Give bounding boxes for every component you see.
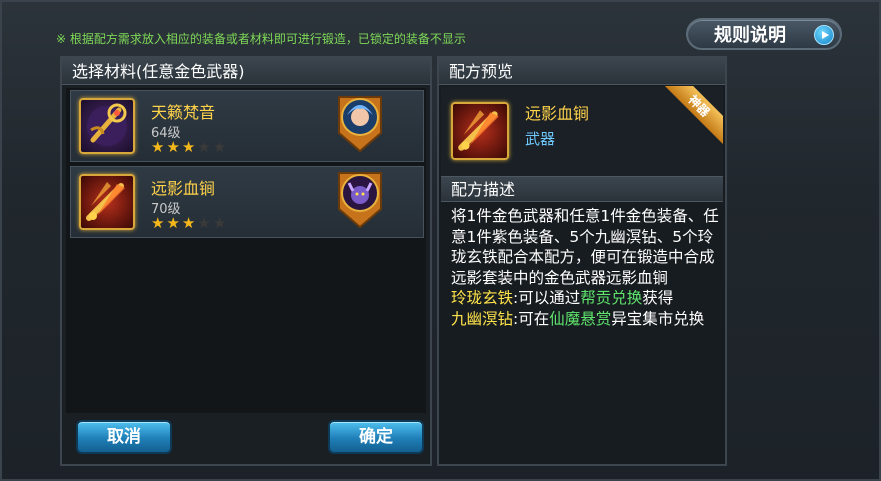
red-flame-mace-icon	[79, 174, 135, 230]
material-source-line: 玲珑玄铁:可以通过帮贡兑换获得	[451, 288, 719, 309]
source-text: :可以通过	[513, 289, 581, 307]
preview-item-name: 远影血锏	[525, 104, 590, 123]
material-item[interactable]: 远影血锏 70级 ★ ★ ★ ★ ★	[70, 166, 424, 238]
preview-item: 远影血锏 武器 神器	[441, 86, 723, 176]
cancel-button[interactable]: 取消	[76, 420, 172, 454]
star-empty-icon: ★	[197, 214, 211, 232]
item-name: 远影血锏	[151, 179, 216, 198]
star-icon: ★	[151, 214, 165, 232]
description-title: 配方描述	[441, 176, 723, 202]
star-icon: ★	[166, 138, 180, 156]
star-icon: ★	[181, 214, 196, 232]
star-rating: ★ ★ ★ ★ ★	[151, 215, 226, 231]
source-link[interactable]: 帮贡兑换	[580, 289, 642, 307]
arrow-right-icon	[814, 25, 834, 45]
star-icon: ★	[181, 138, 196, 156]
confirm-button[interactable]: 确定	[328, 420, 424, 454]
rules-button[interactable]: 规则说明	[686, 18, 842, 50]
preview-item-type: 武器	[525, 130, 556, 148]
source-link[interactable]: 仙魔悬赏	[549, 310, 611, 328]
source-tail: 获得	[642, 289, 674, 307]
star-icon: ★	[151, 138, 165, 156]
recipe-description: 将1件金色武器和任意1件金色装备、任意1件紫色装备、5个九幽溟钻、5个玲珑玄铁配…	[451, 206, 719, 329]
material-select-panel: 选择材料(任意金色武器) 天籁梵音 64级 ★ ★ ★ ★ ★ 远影血锏 70级…	[60, 56, 432, 466]
artifact-ribbon: 神器	[656, 86, 723, 149]
star-empty-icon: ★	[197, 138, 211, 156]
star-empty-icon: ★	[212, 214, 227, 232]
material-item[interactable]: 天籁梵音 64级 ★ ★ ★ ★ ★	[70, 90, 424, 162]
golden-scepter-icon	[79, 98, 135, 154]
blue-hair-hero-portrait	[335, 93, 385, 153]
purple-demon-hero-portrait	[335, 169, 385, 229]
preview-title: 配方预览	[439, 58, 725, 85]
rules-button-label: 规则说明	[714, 25, 786, 46]
material-panel-title: 选择材料(任意金色武器)	[62, 58, 430, 85]
star-icon: ★	[166, 214, 180, 232]
star-empty-icon: ★	[212, 138, 227, 156]
star-rating: ★ ★ ★ ★ ★	[151, 139, 226, 155]
material-source-line: 九幽溟钻:可在仙魔悬赏异宝集市兑换	[451, 309, 719, 330]
source-tail: 异宝集市兑换	[611, 309, 705, 328]
material-list[interactable]: 天籁梵音 64级 ★ ★ ★ ★ ★ 远影血锏 70级 ★ ★ ★ ★ ★	[66, 88, 426, 413]
description-main: 将1件金色武器和任意1件金色装备、任意1件紫色装备、5个九幽溟钻、5个玲珑玄铁配…	[451, 207, 719, 287]
red-flame-mace-icon[interactable]	[451, 102, 509, 160]
material-label: 九幽溟钻	[451, 309, 514, 328]
recipe-preview-panel: 配方预览 远影血锏 武器 神器 配方描述 将1件金色武器和任意1件金色装备、任意…	[437, 56, 727, 466]
forge-hint-text: ※ 根据配方需求放入相应的装备或者材料即可进行锻造，已锁定的装备不显示	[56, 32, 466, 46]
item-name: 天籁梵音	[151, 103, 216, 122]
source-text: :可在	[513, 309, 550, 328]
material-label: 玲珑玄铁	[451, 289, 514, 307]
